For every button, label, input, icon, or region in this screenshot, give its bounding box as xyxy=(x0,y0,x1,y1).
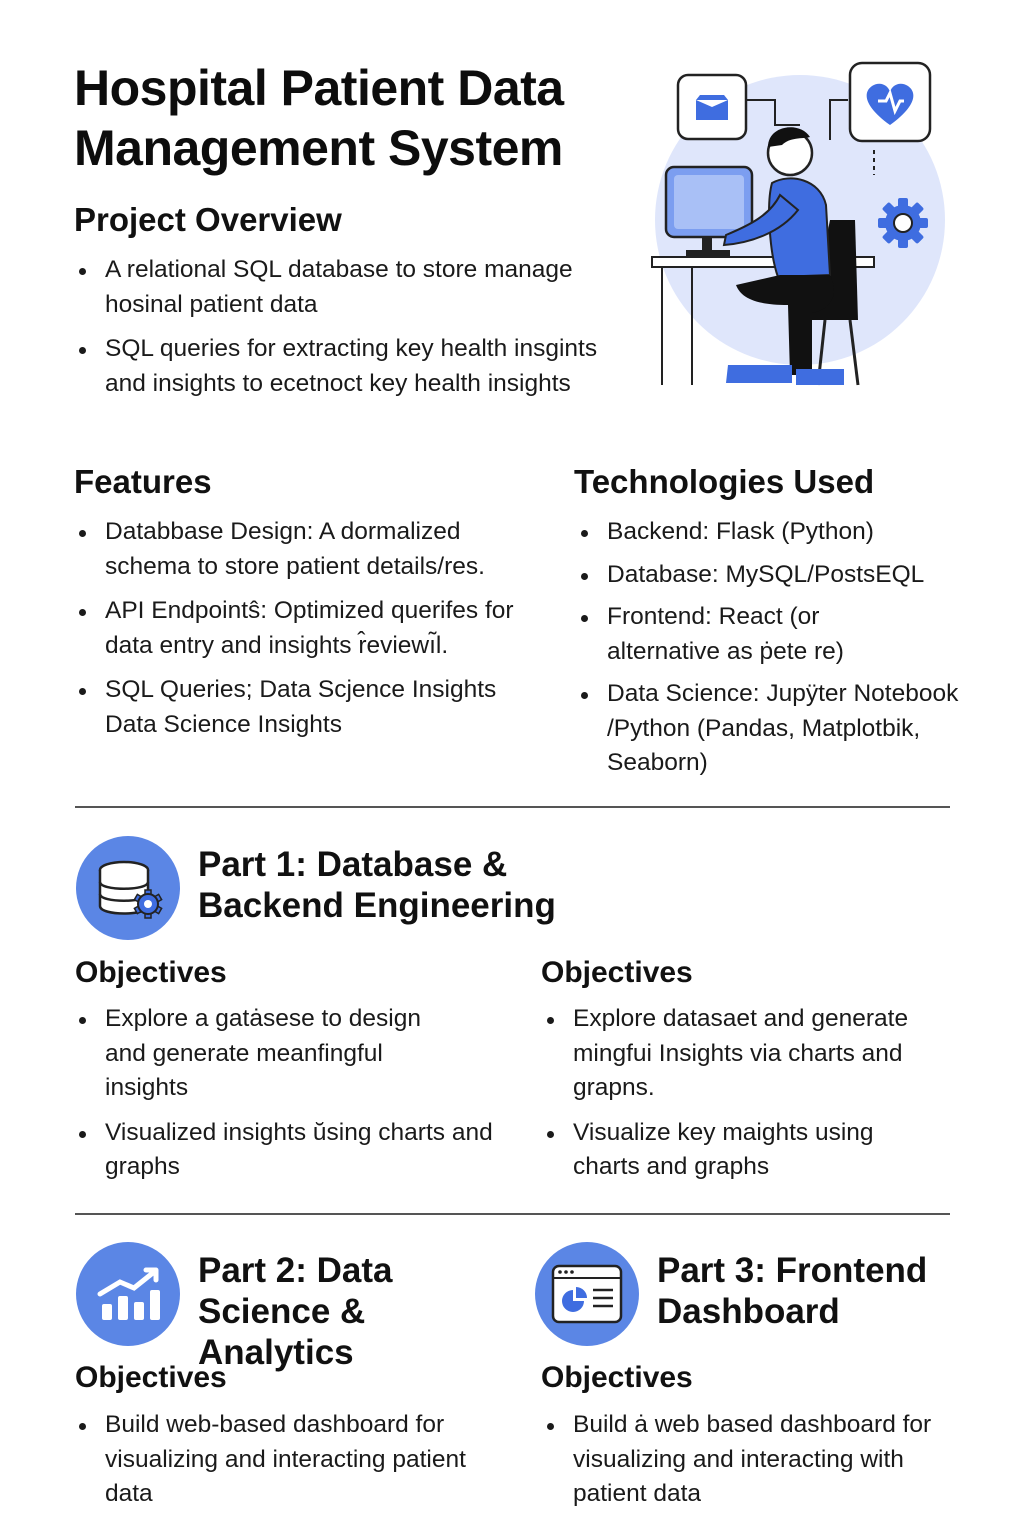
bar-chart-trend-icon xyxy=(76,1242,180,1346)
technologies-heading: Technologies Used xyxy=(574,463,875,500)
divider xyxy=(75,1213,950,1215)
overview-heading: Project Overview xyxy=(74,201,342,238)
gear-icon xyxy=(878,198,928,248)
list-item: Data Science: Jupÿter Notebook /Python (… xyxy=(576,677,986,781)
features-heading: Features xyxy=(74,463,212,500)
heart-icon xyxy=(848,61,932,143)
list-item: Backend: Flask (Python) xyxy=(576,515,986,550)
list-item: SQL Queries; Data Scjence Insights Data … xyxy=(74,673,515,742)
list-item: Build web-based dashboard for visualizin… xyxy=(74,1408,495,1512)
list-item: Databbase Design: A dormalized schema to… xyxy=(74,515,524,584)
list-item: Visualize key maights using charts and g… xyxy=(542,1116,913,1185)
list-item: Explore a gatȧsese to design and generat… xyxy=(74,1002,450,1106)
page-title: Hospital Patient Data Management System xyxy=(74,60,564,176)
part1-title: Part 1: Database & Backend Engineering xyxy=(198,845,556,925)
part1-objectives-left-list: Explore a gatȧsese to design and generat… xyxy=(74,1002,524,1195)
part1-objectives-right-list: Explore datasaet and generate mingfui In… xyxy=(542,1002,922,1195)
part2-objectives-heading: Objectives xyxy=(75,1361,227,1394)
list-item: Build ȧ web based dashboard for visualiz… xyxy=(542,1408,943,1512)
dashboard-window-icon xyxy=(535,1242,639,1346)
list-item: Explore datasaet and generate mingfui In… xyxy=(542,1002,923,1106)
divider xyxy=(75,806,950,808)
technologies-list: Backend: Flask (Python) Database: MySQL/… xyxy=(576,515,986,791)
list-item: API Endpointŝ: Optimized querifes for da… xyxy=(74,594,524,663)
part2-title: Part 2: Data Science & Analytics xyxy=(198,1251,393,1372)
overview-list: A relational SQL database to store manag… xyxy=(74,253,644,411)
features-list: Databbase Design: A dormalized schema to… xyxy=(74,515,524,752)
part3-objectives-heading: Objectives xyxy=(541,1361,693,1394)
email-icon xyxy=(676,73,748,141)
part2-objectives-list: Build web-based dashboard for visualizin… xyxy=(74,1408,494,1522)
list-item: Frontend: React (or alternative as ṗete … xyxy=(576,600,897,669)
database-gear-icon xyxy=(76,836,180,940)
list-item: Database: MySQL/PostsEQL xyxy=(576,558,986,593)
list-item: A relational SQL database to store manag… xyxy=(74,253,605,322)
part3-title: Part 3: Frontend Dashboard xyxy=(657,1251,928,1331)
list-item: Visualized insights ŭsing charts and gra… xyxy=(74,1116,524,1185)
person-at-desk-illustration xyxy=(651,61,945,386)
part1-objectives-heading-left: Objectives xyxy=(75,956,227,989)
list-item: SQL queries for extracting key health in… xyxy=(74,332,635,401)
part3-objectives-list: Build ȧ web based dashboard for visualiz… xyxy=(542,1408,942,1522)
part1-objectives-heading-right: Objectives xyxy=(541,956,693,989)
